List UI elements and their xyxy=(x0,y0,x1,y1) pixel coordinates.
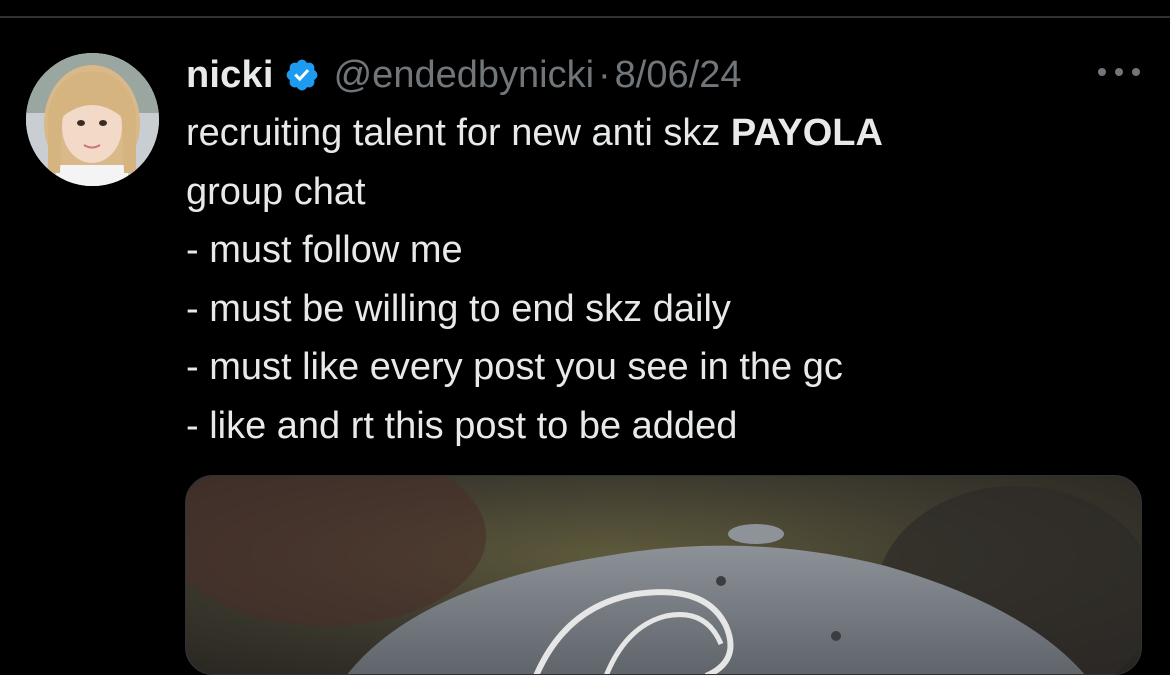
separator-dot: · xyxy=(598,53,611,96)
more-options-icon[interactable] xyxy=(1098,62,1140,82)
display-name[interactable]: nicki xyxy=(186,54,274,97)
tweet-text-segment: recruiting talent for new anti skz xyxy=(186,112,731,154)
tweet-text-bold: PAYOLA xyxy=(730,112,883,154)
more-dot xyxy=(1115,68,1123,76)
tweet-text: recruiting talent for new anti skz PAYOL… xyxy=(186,104,1136,455)
tweet-header: nicki @endedbynicki · 8/06/24 xyxy=(186,52,741,98)
more-dot xyxy=(1098,68,1106,76)
avatar-image xyxy=(26,53,159,186)
avatar[interactable] xyxy=(26,53,159,186)
more-dot xyxy=(1132,68,1140,76)
tweet-line: recruiting talent for new anti skz PAYOL… xyxy=(186,104,1136,163)
media-photo xyxy=(186,476,1141,674)
post-date[interactable]: 8/06/24 xyxy=(615,54,742,97)
tweet-line: - must follow me xyxy=(186,229,463,271)
top-divider xyxy=(0,16,1170,18)
tweet-line: - must like every post you see in the gc xyxy=(186,346,843,388)
verified-badge-icon xyxy=(284,57,320,93)
media-image[interactable] xyxy=(185,475,1142,675)
user-handle[interactable]: @endedbynicki xyxy=(334,54,594,97)
tweet-line: group chat xyxy=(186,170,366,213)
tweet-line: - must be willing to end skz daily xyxy=(186,287,731,330)
tweet-line: - like and rt this post to be added xyxy=(186,404,738,447)
